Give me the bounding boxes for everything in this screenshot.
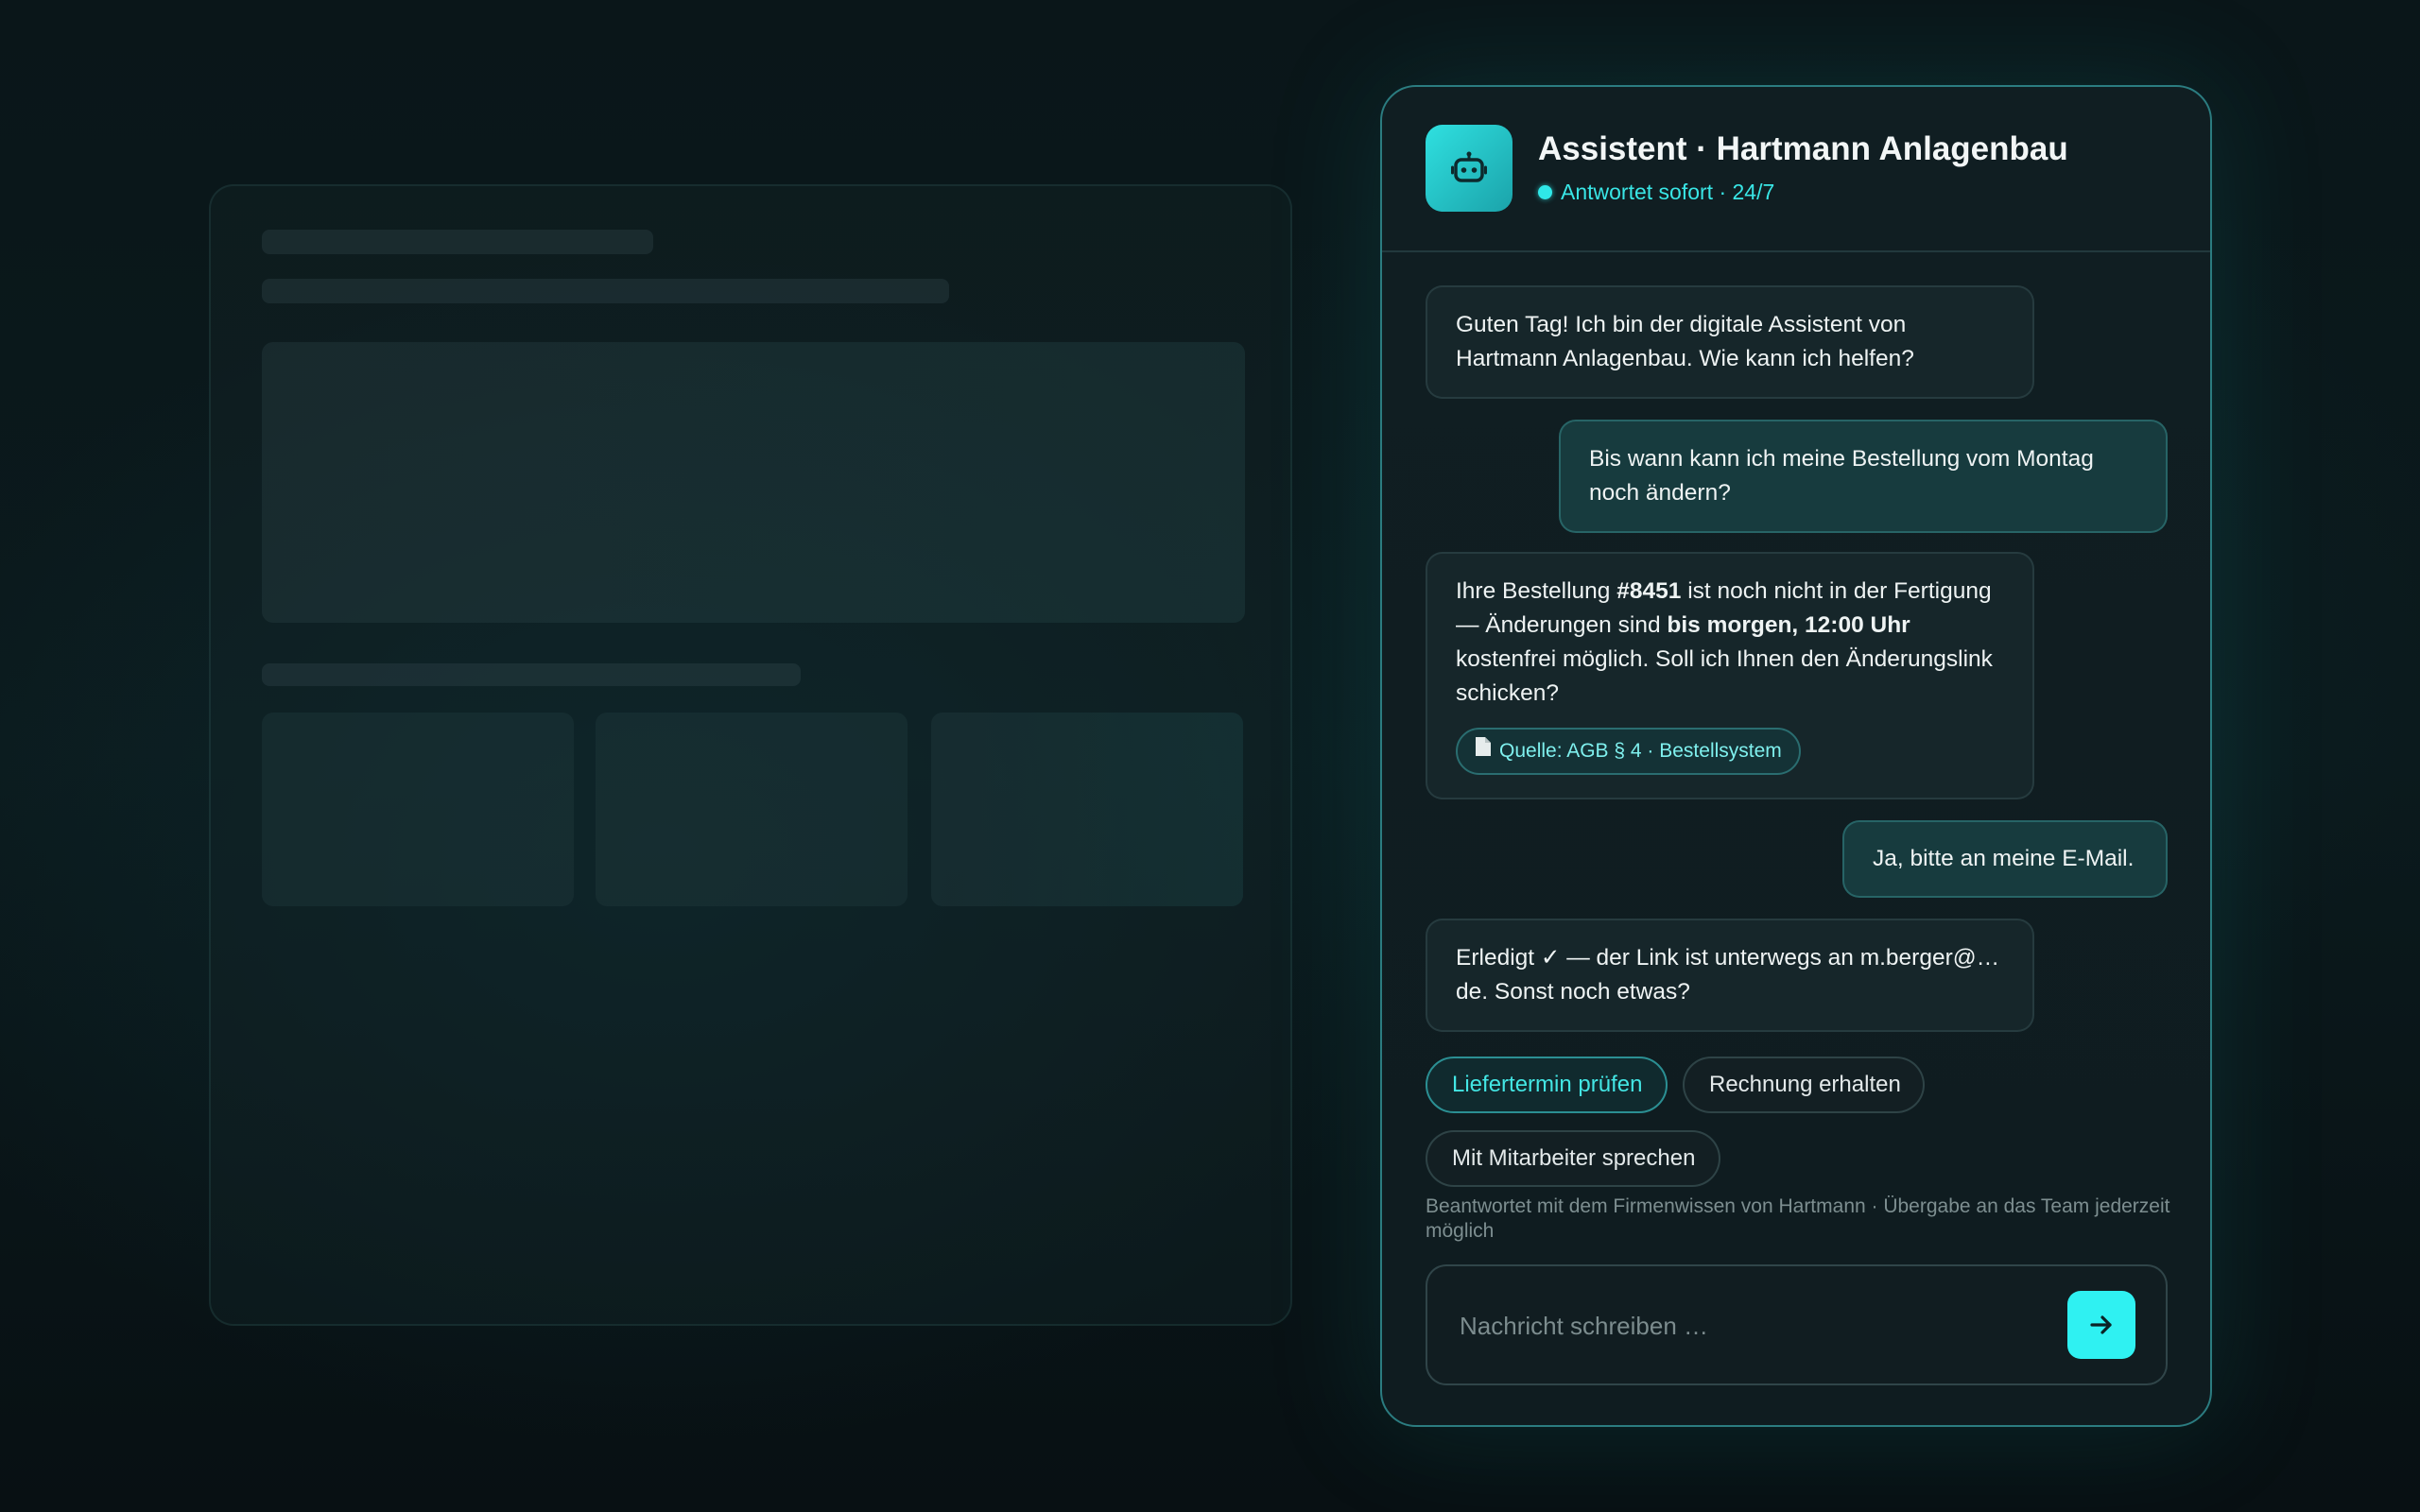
skeleton-hero-block [262,342,1245,623]
status-text: Antwortet sofort · 24/7 [1561,180,1775,204]
robot-icon [1451,151,1487,182]
footnote: Beantwortet mit dem Firmenwissen von Har… [1426,1195,2170,1242]
skeleton-line [262,230,653,254]
send-button[interactable] [2067,1291,2135,1359]
message-text-part: Ihre Bestellung [1456,578,1617,604]
quick-reply-rechnung[interactable]: Rechnung erhalten [1683,1057,1925,1113]
user-message: Bis wann kann ich meine Bestellung vom M… [1559,420,2168,533]
bot-message: Guten Tag! Ich bin der digitale Assisten… [1426,285,2034,399]
source-citation-chip[interactable]: Quelle: AGB § 4 · Bestellsystem [1456,728,1801,775]
document-icon [1475,730,1492,773]
online-status: Antwortet sofort · 24/7 [1538,180,1774,205]
skeleton-card [262,713,574,906]
skeleton-card [931,713,1243,906]
bot-message: Ihre Bestellung #8451 ist noch nicht in … [1426,552,2034,799]
user-message: Ja, bitte an meine E-Mail. [1842,820,2168,898]
quick-reply-mitarbeiter[interactable]: Mit Mitarbeiter sprechen [1426,1130,1720,1187]
chat-header: Assistent · Hartmann Anlagenbau Antworte… [1382,87,2210,252]
assistant-avatar [1426,125,1512,212]
quick-reply-liefertermin[interactable]: Liefertermin prüfen [1426,1057,1668,1113]
status-dot-icon [1538,185,1552,199]
order-number: #8451 [1616,578,1682,604]
message-text-part: kostenfrei möglich. Soll ich Ihnen den Ä… [1456,646,1993,706]
chat-widget: Assistent · Hartmann Anlagenbau Antworte… [1380,85,2212,1427]
message-composer [1426,1264,2168,1385]
message-input[interactable] [1458,1298,2048,1353]
change-deadline: bis morgen, 12:00 Uhr [1667,612,1910,638]
bot-message-text: Ihre Bestellung #8451 ist noch nicht in … [1456,575,2004,711]
source-label: Quelle: AGB § 4 · Bestellsystem [1499,740,1782,762]
bot-message: Erledigt ✓ — der Link ist unterwegs an m… [1426,919,2034,1032]
chat-title: Assistent · Hartmann Anlagenbau [1538,130,2068,167]
skeleton-card [596,713,908,906]
skeleton-line [262,279,949,303]
arrow-right-icon [2090,1315,2112,1334]
background-page-skeleton [209,184,1292,1326]
skeleton-line [262,663,801,686]
